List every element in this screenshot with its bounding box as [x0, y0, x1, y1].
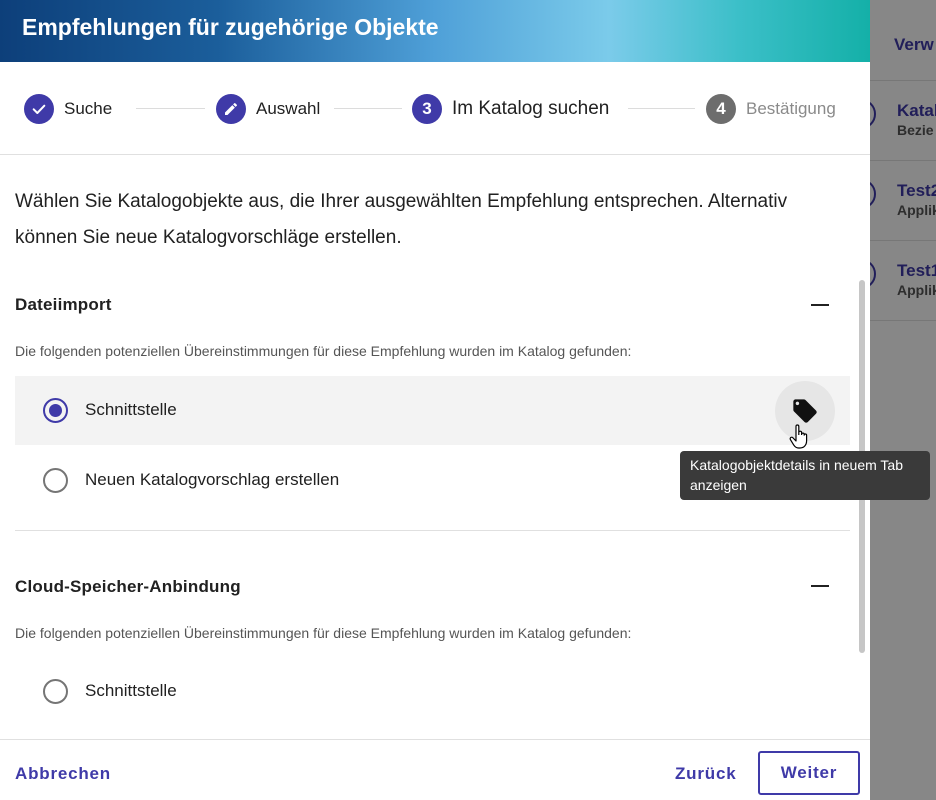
option-label: Schnittstelle [85, 400, 177, 419]
cancel-button[interactable]: Abbrechen [15, 764, 111, 784]
step-label: Bestätigung [746, 99, 836, 118]
step-search[interactable]: Suche [24, 94, 112, 124]
section-description: Die folgenden potenziellen Übereinstimmu… [15, 625, 632, 641]
check-icon [24, 94, 54, 124]
step-label: Im Katalog suchen [452, 98, 610, 119]
step-label: Suche [64, 99, 113, 118]
next-button[interactable]: Weiter [758, 751, 860, 795]
minus-icon [811, 585, 829, 587]
radio-option[interactable]: Schnittstelle [15, 657, 850, 726]
tooltip: Katalogobjektdetails in neuem Tab anzeig… [680, 451, 930, 500]
radio-button[interactable] [43, 679, 68, 704]
hand-cursor-icon [789, 424, 808, 449]
section-description: Die folgenden potenziellen Übereinstimmu… [15, 343, 632, 359]
section-divider [15, 530, 850, 531]
step-label: Auswahl [256, 99, 321, 118]
radio-button[interactable] [43, 398, 68, 423]
collapse-section-button[interactable] [808, 574, 832, 598]
dialog-content: Wählen Sie Katalogobjekte aus, die Ihrer… [0, 155, 870, 739]
step-number: 3 [412, 94, 442, 124]
step-connector [334, 108, 402, 109]
radio-option[interactable]: Schnittstelle [15, 376, 850, 445]
minus-icon [811, 304, 829, 306]
dialog-header: Empfehlungen für zugehörige Objekte [0, 0, 870, 62]
tag-icon [793, 399, 817, 423]
option-label: Neuen Katalogvorschlag erstellen [85, 470, 340, 489]
section-title: Cloud-Speicher-Anbindung [15, 577, 241, 596]
step-selection[interactable]: Auswahl [216, 94, 320, 124]
intro-text: Wählen Sie Katalogobjekte aus, die Ihrer… [15, 191, 788, 248]
step-number: 4 [706, 94, 736, 124]
stepper: Suche Auswahl 3 Im Katalog suchen 4 Best… [0, 62, 870, 155]
step-confirmation: 4 Bestätigung [706, 94, 836, 124]
recommendations-dialog: Empfehlungen für zugehörige Objekte Such… [0, 0, 870, 800]
dialog-footer: Abbrechen Zurück Weiter [0, 739, 870, 800]
radio-button[interactable] [43, 468, 68, 493]
step-connector [628, 108, 695, 109]
option-label: Schnittstelle [85, 681, 177, 700]
back-button[interactable]: Zurück [675, 764, 736, 784]
section-title: Dateiimport [15, 295, 112, 314]
collapse-section-button[interactable] [808, 293, 832, 317]
pencil-icon [216, 94, 246, 124]
step-catalog-search: 3 Im Katalog suchen [412, 94, 609, 124]
dialog-title: Empfehlungen für zugehörige Objekte [22, 14, 439, 40]
step-connector [136, 108, 205, 109]
